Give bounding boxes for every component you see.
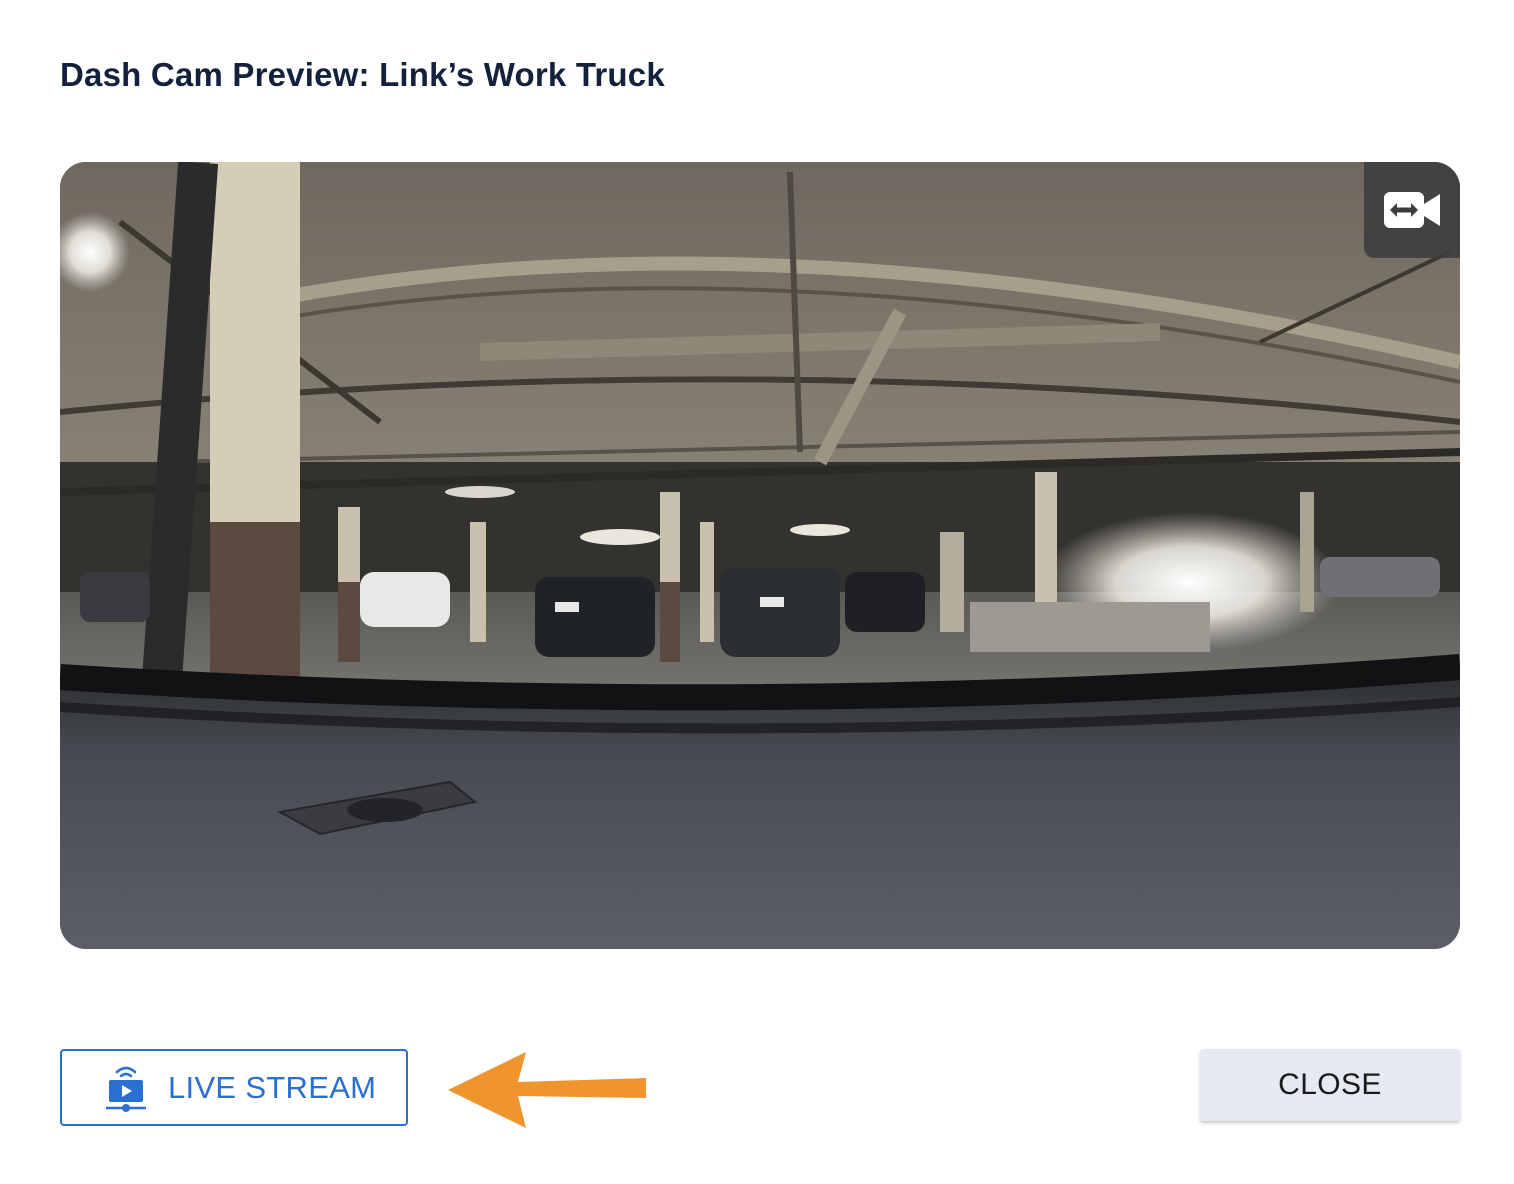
swap-camera-icon bbox=[1384, 192, 1440, 228]
parking-garage-scene bbox=[60, 162, 1460, 949]
live-stream-button[interactable]: LIVE STREAM bbox=[60, 1049, 408, 1126]
live-stream-label: LIVE STREAM bbox=[168, 1069, 377, 1105]
swap-camera-button[interactable] bbox=[1364, 162, 1460, 258]
dialog-title: Dash Cam Preview: Link’s Work Truck bbox=[60, 56, 665, 93]
close-label: CLOSE bbox=[1278, 1068, 1382, 1101]
dash-cam-image bbox=[60, 162, 1460, 949]
close-button[interactable]: CLOSE bbox=[1200, 1049, 1460, 1121]
live-stream-icon bbox=[106, 1066, 146, 1112]
arrow-left-icon bbox=[448, 1052, 646, 1128]
dash-cam-preview-dialog: Dash Cam Preview: Link’s Work Truck LIVE… bbox=[0, 0, 1514, 1184]
